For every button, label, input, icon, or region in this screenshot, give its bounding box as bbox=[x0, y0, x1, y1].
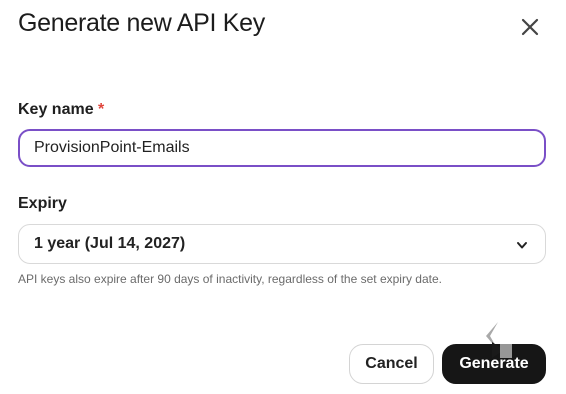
key-name-label: Key name * bbox=[18, 101, 104, 119]
key-name-label-text: Key name bbox=[18, 101, 94, 118]
required-marker: * bbox=[98, 101, 105, 118]
expiry-help-text: API keys also expire after 90 days of in… bbox=[18, 272, 442, 286]
dialog-title: Generate new API Key bbox=[18, 9, 265, 37]
expiry-label: Expiry bbox=[18, 195, 67, 212]
cancel-button[interactable]: Cancel bbox=[349, 344, 434, 384]
expiry-select[interactable]: 1 year (Jul 14, 2027) bbox=[18, 224, 546, 264]
generate-button[interactable]: Generate bbox=[442, 344, 546, 384]
close-button[interactable] bbox=[517, 14, 543, 40]
generate-api-key-dialog: Generate new API Key Key name * Expiry 1… bbox=[0, 0, 566, 394]
close-icon bbox=[521, 18, 539, 36]
expiry-selected-value: 1 year (Jul 14, 2027) bbox=[34, 235, 186, 252]
chevron-down-icon bbox=[517, 242, 527, 249]
key-name-input[interactable] bbox=[18, 129, 546, 167]
